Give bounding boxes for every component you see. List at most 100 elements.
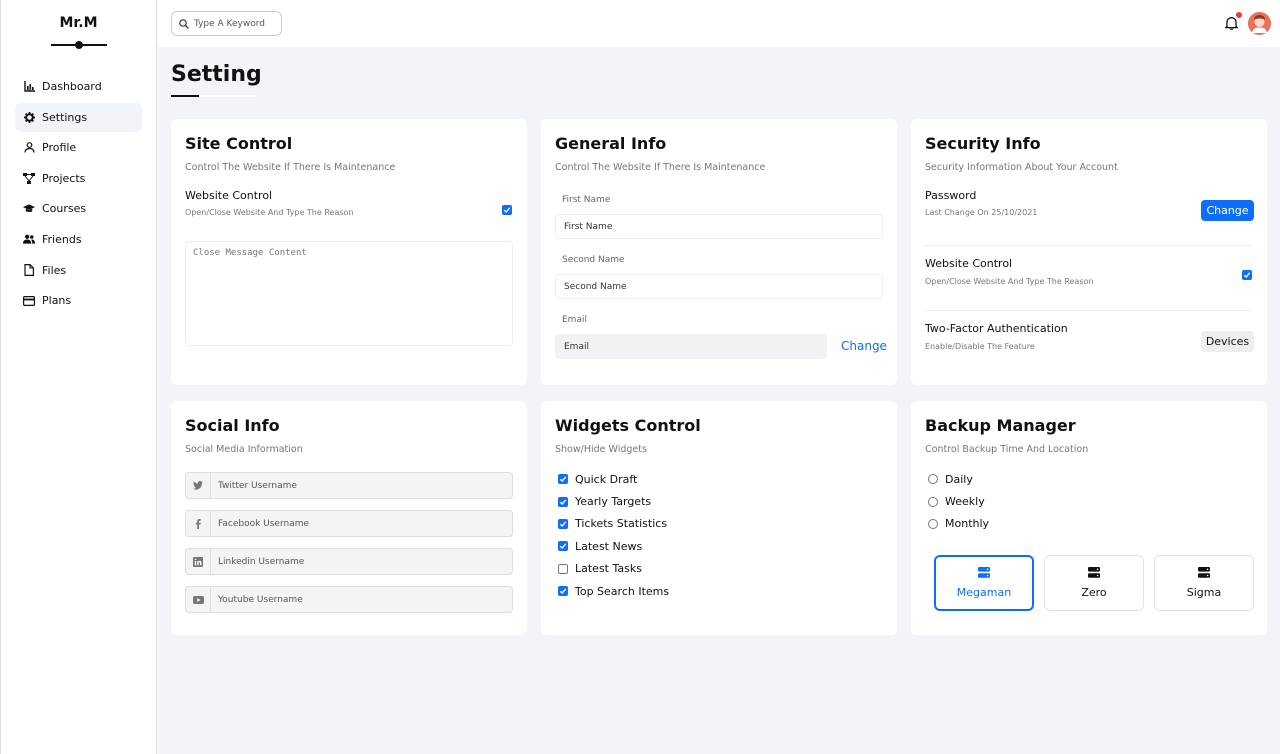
server-option-megaman[interactable]: Megaman <box>934 555 1034 611</box>
card-title: Social Info <box>185 416 280 435</box>
card-title: Site Control <box>185 134 293 153</box>
server-icon <box>1198 567 1210 578</box>
server-icon <box>978 567 990 578</box>
first-name-field[interactable]: First Name <box>555 214 883 239</box>
check-icon <box>503 207 511 214</box>
backup-option-daily[interactable]: Daily <box>928 468 989 490</box>
website-control-desc: Open/Close Website And Type The Reason <box>925 277 1094 286</box>
youtube-field[interactable]: Youtube Username <box>185 586 513 613</box>
notification-bell[interactable] <box>1223 15 1240 34</box>
website-control-checkbox[interactable] <box>502 205 512 215</box>
second-name-label: Second Name <box>562 255 625 265</box>
widget-label: Latest News <box>575 539 643 553</box>
security-info-card: Security Info Security Information About… <box>911 119 1267 385</box>
widgets-list: Quick Draft Yearly Targets Tickets Stati… <box>558 468 669 602</box>
email-field[interactable]: Email <box>555 334 827 359</box>
social-info-card: Social Info Social Media Information Twi… <box>171 401 527 635</box>
first-name-placeholder: First Name <box>564 221 613 232</box>
backup-option-weekly[interactable]: Weekly <box>928 490 989 512</box>
backup-option-label: Weekly <box>945 495 985 509</box>
email-change-link[interactable]: Change <box>841 339 887 353</box>
devices-button[interactable]: Devices <box>1201 331 1254 352</box>
search-box[interactable] <box>171 11 282 36</box>
general-info-card: General Info Control The Website If Ther… <box>541 119 897 385</box>
widget-label: Latest Tasks <box>575 562 642 576</box>
close-message-textarea[interactable] <box>185 241 513 346</box>
graduation-cap-icon <box>23 203 35 215</box>
divider <box>925 310 1253 311</box>
youtube-placeholder: Youtube Username <box>218 594 303 605</box>
widget-label: Tickets Statistics <box>575 517 668 531</box>
twitter-field[interactable]: Twitter Username <box>185 472 513 499</box>
sidebar-item-files[interactable]: Files <box>15 256 142 285</box>
sidebar: Mr.M Dashboard Settings Profile Projects <box>0 0 157 754</box>
sidebar-item-plans[interactable]: Plans <box>15 286 142 315</box>
card-title: Widgets Control <box>555 416 701 435</box>
sidebar-item-friends[interactable]: Friends <box>15 225 142 254</box>
card-title: General Info <box>555 134 667 153</box>
check-icon <box>559 521 567 527</box>
email-label: Email <box>562 315 587 325</box>
widget-checkbox[interactable] <box>558 518 568 529</box>
check-icon <box>559 498 567 505</box>
widget-checkbox[interactable] <box>558 474 568 485</box>
divider <box>925 245 1253 246</box>
sidebar-item-label: Courses <box>42 202 87 216</box>
server-option-sigma[interactable]: Sigma <box>1154 555 1254 611</box>
sidebar-item-dashboard[interactable]: Dashboard <box>15 72 142 101</box>
user-icon <box>23 142 35 154</box>
topbar <box>158 0 1280 47</box>
two-factor-desc: Enable/Disable The Feature <box>925 342 1035 351</box>
sidebar-item-label: Plans <box>42 294 72 308</box>
security-website-checkbox[interactable] <box>1242 270 1252 280</box>
radio-button[interactable] <box>928 518 938 529</box>
card-subtitle: Control The Website If There Is Maintena… <box>185 162 396 173</box>
change-password-button[interactable]: Change <box>1201 200 1254 221</box>
sidebar-item-settings[interactable]: Settings <box>15 102 142 132</box>
widget-checkbox[interactable] <box>558 496 568 507</box>
widget-option[interactable]: Yearly Targets <box>558 490 669 512</box>
sidebar-nav: Dashboard Settings Profile Projects Cour… <box>1 72 156 315</box>
file-icon <box>23 264 35 277</box>
sidebar-item-projects[interactable]: Projects <box>15 164 142 193</box>
widget-option[interactable]: Latest Tasks <box>558 558 669 580</box>
widget-checkbox[interactable] <box>558 586 568 597</box>
linkedin-icon <box>186 549 211 574</box>
facebook-icon <box>186 511 211 536</box>
two-factor-title: Two-Factor Authentication <box>925 322 1068 335</box>
diagram-icon <box>23 172 35 184</box>
widget-label: Quick Draft <box>575 472 638 486</box>
chart-icon <box>23 81 35 93</box>
notification-dot <box>1236 12 1242 18</box>
widget-checkbox[interactable] <box>558 563 568 574</box>
radio-button[interactable] <box>928 496 938 507</box>
search-input[interactable] <box>194 18 276 29</box>
sidebar-item-label: Settings <box>42 110 88 124</box>
backup-option-monthly[interactable]: Monthly <box>928 513 989 535</box>
widget-checkbox[interactable] <box>558 541 568 552</box>
check-icon <box>559 476 567 483</box>
widget-option[interactable]: Quick Draft <box>558 468 669 490</box>
gear-icon <box>23 111 35 123</box>
server-label: Zero <box>1081 586 1107 599</box>
card-subtitle: Control The Website If There Is Maintena… <box>555 162 766 173</box>
sidebar-item-profile[interactable]: Profile <box>15 133 142 162</box>
widget-label: Top Search Items <box>575 584 670 598</box>
server-label: Megaman <box>956 586 1012 599</box>
card-subtitle: Security Information About Your Account <box>925 162 1118 173</box>
facebook-field[interactable]: Facebook Username <box>185 510 513 537</box>
website-control-desc: Open/Close Website And Type The Reason <box>185 208 354 217</box>
widget-option[interactable]: Top Search Items <box>558 580 669 602</box>
widget-option[interactable]: Latest News <box>558 535 669 557</box>
card-subtitle: Control Backup Time And Location <box>925 444 1089 455</box>
linkedin-field[interactable]: Linkedin Username <box>185 548 513 575</box>
radio-button[interactable] <box>928 474 938 485</box>
widgets-control-card: Widgets Control Show/Hide Widgets Quick … <box>541 401 897 635</box>
facebook-placeholder: Facebook Username <box>218 518 310 529</box>
widget-option[interactable]: Tickets Statistics <box>558 513 669 535</box>
server-option-zero[interactable]: Zero <box>1044 555 1144 611</box>
second-name-field[interactable]: Second Name <box>555 274 883 299</box>
website-control-title: Website Control <box>925 257 1013 270</box>
sidebar-item-courses[interactable]: Courses <box>15 194 142 223</box>
avatar[interactable] <box>1248 12 1271 35</box>
